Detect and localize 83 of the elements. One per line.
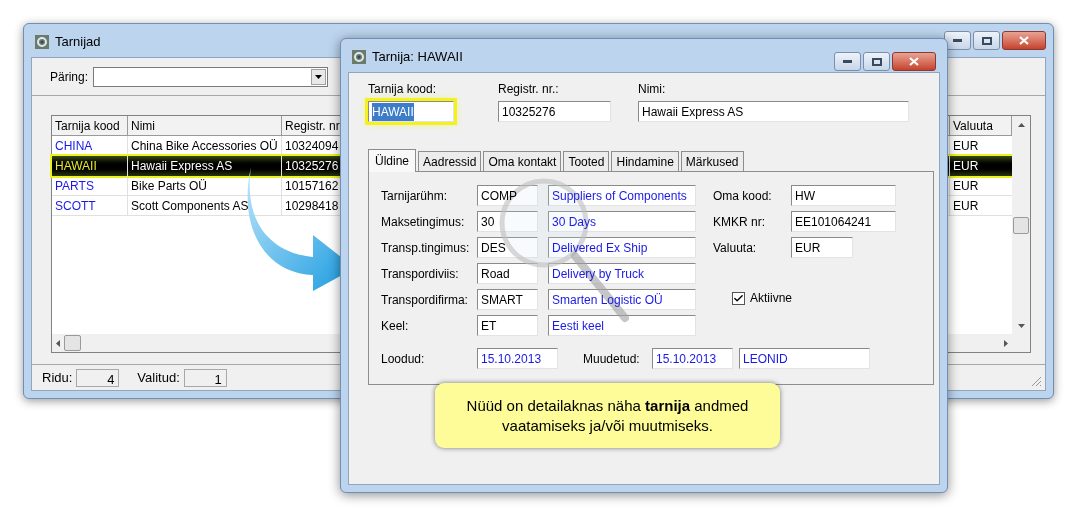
input-field[interactable]: Delivered Ex Ship (548, 237, 696, 258)
maximize-icon (871, 57, 882, 66)
tab[interactable]: Märkused (680, 151, 744, 171)
table-cell-text: EUR (952, 197, 980, 215)
field-label: Tarnija kood: (368, 81, 438, 98)
maximize-button[interactable] (973, 31, 1000, 50)
input-field[interactable]: HAWAII (368, 101, 454, 122)
input-field[interactable]: COMP (477, 185, 538, 206)
window-title: Tarnijad (55, 32, 101, 51)
field-label: Nimi: (638, 81, 667, 98)
app-icon (351, 48, 367, 65)
table-cell: SCOTT (52, 196, 128, 215)
input-field[interactable]: Smarten Logistic OÜ (548, 289, 696, 310)
field-label: Transp.tingimus: (381, 239, 471, 257)
status-label: Ridu: (42, 368, 73, 387)
minimize-icon (953, 39, 962, 42)
input-field[interactable]: DES (477, 237, 538, 258)
query-dropdown[interactable] (93, 66, 329, 87)
input-field[interactable]: 15.10.2013 (652, 348, 733, 369)
input-field[interactable]: HW (791, 185, 896, 206)
close-icon (1019, 36, 1029, 45)
tab[interactable]: Tooted (563, 151, 610, 171)
input-field[interactable]: 30 Days (548, 211, 696, 232)
minimize-button[interactable] (944, 31, 971, 50)
status-value: 4 (76, 368, 120, 387)
input-field[interactable]: 10325276 (498, 101, 611, 122)
field-label: Loodud: (381, 350, 426, 368)
field-label: Maksetingimus: (381, 213, 466, 231)
maximize-button[interactable] (863, 52, 890, 71)
column-header[interactable]: Tarnija kood (52, 116, 128, 136)
input-field[interactable]: EE101064241 (791, 211, 896, 232)
scroll-left-icon (56, 339, 60, 347)
field-label: Registr. nr.: (498, 81, 560, 98)
checkbox-label: Aktiivne (750, 290, 793, 307)
input-field[interactable]: ET (477, 315, 538, 336)
input-field[interactable]: 15.10.2013 (477, 348, 558, 369)
status-value: 1 (183, 368, 227, 387)
field-label: Muudetud: (583, 350, 641, 368)
column-header[interactable]: Nimi (128, 116, 282, 136)
callout: Nüüd on detailaknas näha tarnija andmed vaatamiseks ja/või muutmiseks. (435, 383, 780, 448)
tab[interactable]: Oma kontakt (483, 151, 562, 171)
scroll-up-icon (1017, 123, 1025, 127)
input-field[interactable]: EUR (791, 237, 853, 258)
tab[interactable]: Üldine (368, 149, 417, 172)
scroll-thumb[interactable] (64, 335, 81, 351)
scroll-thumb[interactable] (1013, 217, 1029, 234)
minimize-button[interactable] (834, 52, 861, 71)
maximize-icon (981, 36, 992, 45)
input-field[interactable]: Hawaii Express AS (638, 101, 909, 122)
app-icon (34, 33, 50, 50)
close-button[interactable] (892, 52, 936, 71)
input-field[interactable]: Suppliers of Components (548, 185, 696, 206)
status-label: Valitud: (137, 368, 180, 387)
table-cell: HAWAII (52, 156, 128, 176)
table-cell-text: EUR (952, 177, 980, 195)
input-field[interactable]: Eesti keel (548, 315, 696, 336)
table-cell: PARTS (52, 176, 128, 195)
column-header[interactable]: Valuuta (950, 116, 1012, 136)
field-label: Transpordiviis: (381, 265, 460, 283)
checkbox[interactable] (732, 291, 745, 305)
window-title: Tarnija: HAWAII (372, 47, 463, 66)
field-label: Keel: (381, 317, 410, 335)
scroll-down-icon (1017, 324, 1025, 328)
field-label: Transpordifirma: (381, 291, 469, 309)
input-field[interactable]: Road (477, 263, 538, 284)
scroll-right-icon (1004, 339, 1008, 347)
tab[interactable]: Aadressid (418, 151, 482, 171)
close-icon (909, 57, 919, 66)
field-label: KMKR nr: (713, 213, 766, 231)
minimize-icon (843, 60, 852, 63)
vertical-scrollbar[interactable] (1012, 116, 1030, 352)
input-field[interactable]: 30 (477, 211, 538, 232)
input-field[interactable]: Delivery by Truck (548, 263, 696, 284)
query-label: Päring: (50, 68, 89, 86)
field-label: Valuuta: (713, 239, 758, 257)
table-cell-text: EUR (952, 158, 980, 175)
resize-grip-icon (1031, 376, 1042, 387)
table-cell-text: EUR (952, 137, 980, 155)
close-button[interactable] (1002, 31, 1046, 50)
tab[interactable]: Hindamine (611, 151, 679, 171)
input-field[interactable]: SMART (477, 289, 538, 310)
check-icon (733, 292, 744, 304)
input-field[interactable]: LEONID (739, 348, 870, 369)
